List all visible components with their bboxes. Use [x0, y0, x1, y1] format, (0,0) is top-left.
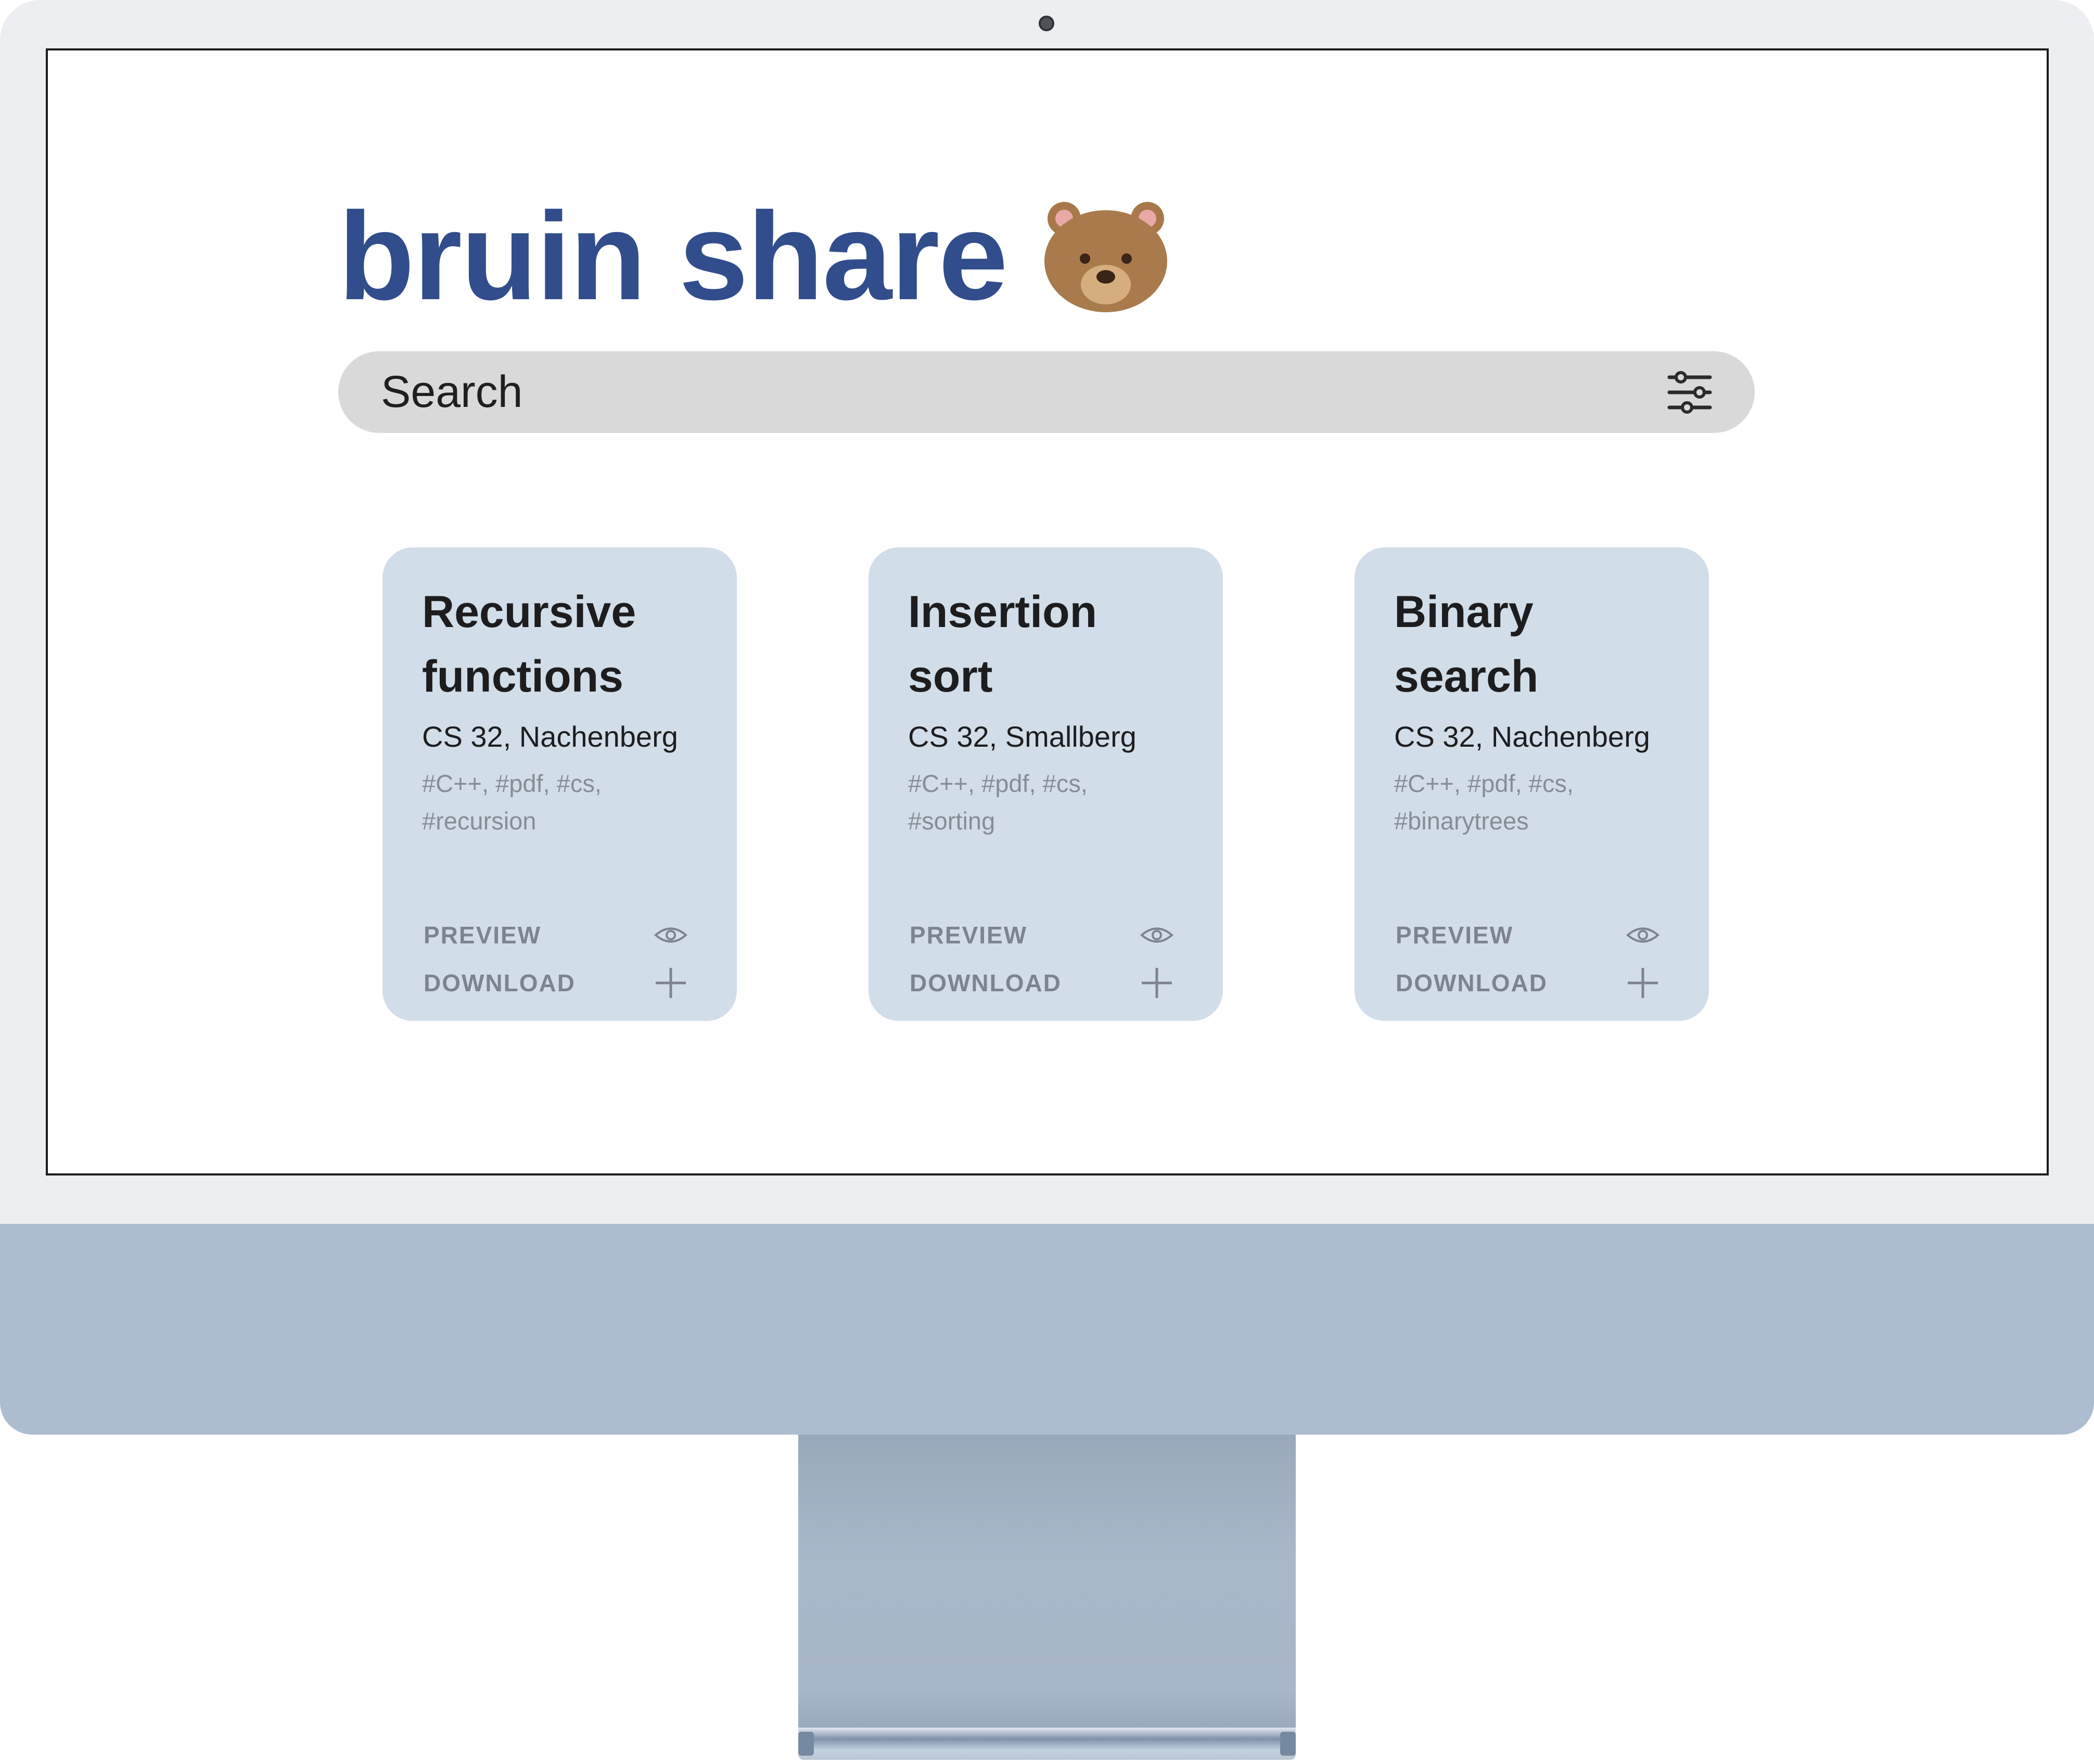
card-tags: #C++, #pdf, #cs, #recursion	[422, 770, 602, 835]
plus-icon	[656, 968, 686, 998]
file-card[interactable]: Insertion sort CS 32, Smallberg #C++, #p…	[869, 547, 1223, 1021]
card-title: Recursive functions	[422, 587, 636, 701]
card-course: CS 32, Nachenberg	[422, 720, 678, 753]
screen: bruin share Search Recursive functions C…	[46, 48, 2049, 1175]
plus-icon	[1628, 968, 1658, 998]
imac-stand-foot	[798, 1728, 1296, 1760]
search-bar	[338, 351, 1755, 433]
eye-icon	[1626, 927, 1660, 943]
file-card[interactable]: Binary search CS 32, Nachenberg #C++, #p…	[1355, 547, 1709, 1021]
imac-stand	[798, 1435, 1296, 1747]
preview-label: PREVIEW	[1396, 922, 1514, 949]
card-title: Binary search	[1394, 587, 1539, 701]
card-course: CS 32, Nachenberg	[1394, 720, 1650, 753]
plus-icon	[1142, 968, 1172, 998]
file-card[interactable]: Recursive functions CS 32, Nachenberg #C…	[382, 547, 737, 1021]
card-tags: #C++, #pdf, #cs, #sorting	[908, 770, 1088, 835]
download-label: DOWNLOAD	[1396, 969, 1548, 996]
download-button[interactable]: DOWNLOAD	[910, 965, 1175, 1001]
preview-button[interactable]: PREVIEW	[910, 917, 1175, 953]
camera-icon	[1039, 16, 1054, 31]
search-input[interactable]	[381, 366, 1666, 418]
eye-icon	[1140, 927, 1174, 943]
download-button[interactable]: DOWNLOAD	[1396, 965, 1661, 1001]
eye-icon	[654, 927, 688, 943]
preview-label: PREVIEW	[910, 922, 1028, 949]
bear-face-icon	[1044, 202, 1167, 312]
results-list: Recursive functions CS 32, Nachenberg #C…	[382, 547, 1709, 1021]
download-label: DOWNLOAD	[910, 969, 1062, 996]
card-tags: #C++, #pdf, #cs, #binarytrees	[1394, 770, 1574, 835]
imac-chin	[0, 1224, 2094, 1435]
header: bruin share	[338, 194, 1168, 318]
card-title: Insertion sort	[908, 587, 1097, 701]
app-title: bruin share	[338, 186, 1008, 326]
preview-button[interactable]: PREVIEW	[1396, 917, 1661, 953]
sliders-filter-icon[interactable]	[1666, 369, 1713, 416]
preview-label: PREVIEW	[424, 922, 542, 949]
download-label: DOWNLOAD	[424, 969, 576, 996]
card-course: CS 32, Smallberg	[908, 720, 1137, 753]
preview-button[interactable]: PREVIEW	[424, 917, 689, 953]
imac-frame: bruin share Search Recursive functions C…	[0, 0, 2094, 1435]
download-button[interactable]: DOWNLOAD	[424, 965, 689, 1001]
